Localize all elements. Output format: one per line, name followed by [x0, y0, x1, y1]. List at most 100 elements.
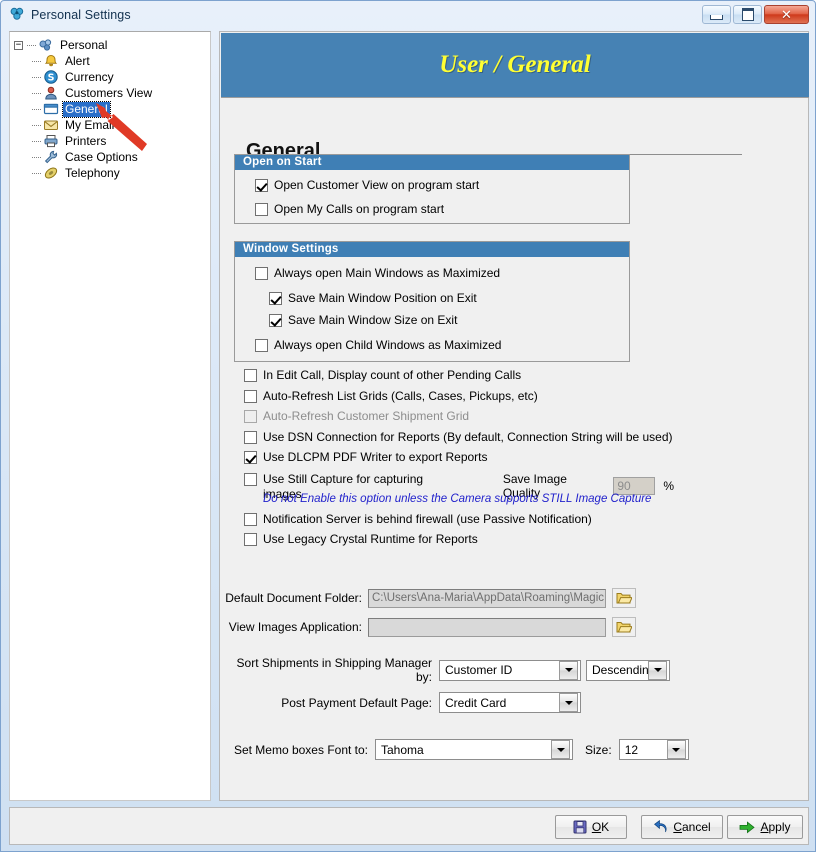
checkbox-indicator[interactable]: [244, 369, 257, 382]
checkbox-indicator[interactable]: [269, 292, 282, 305]
sidebar-item-telephony[interactable]: Telephony: [10, 165, 210, 181]
checkbox-open-my-calls[interactable]: Open My Calls on program start: [235, 202, 629, 226]
sidebar-item-alert[interactable]: Alert: [10, 53, 210, 69]
ok-button[interactable]: OK: [555, 815, 627, 839]
apply-button[interactable]: Apply: [727, 815, 803, 839]
collapse-expander-icon[interactable]: −: [14, 40, 23, 50]
checkbox-indicator[interactable]: [255, 267, 268, 280]
checkbox-indicator[interactable]: [244, 472, 257, 486]
memo-font-size-select[interactable]: 12: [618, 739, 689, 760]
checkbox-label: Use DLCPM PDF Writer to export Reports: [263, 450, 488, 464]
browse-view-images-application-button[interactable]: [612, 617, 636, 637]
undo-arrow-icon: [654, 820, 667, 833]
cancel-button[interactable]: Cancel: [641, 815, 723, 839]
sidebar-item-label: Telephony: [65, 165, 120, 180]
chevron-down-icon[interactable]: [559, 660, 578, 680]
checkbox-pending-calls-count[interactable]: In Edit Call, Display count of other Pen…: [244, 368, 674, 389]
svg-text:S: S: [48, 73, 55, 84]
checkbox-save-main-size[interactable]: Save Main Window Size on Exit: [235, 313, 629, 338]
checkbox-label: Always open Main Windows as Maximized: [274, 266, 501, 280]
post-payment-select[interactable]: Credit Card: [439, 692, 581, 713]
checkbox-indicator[interactable]: [244, 389, 257, 403]
general-flags-list: In Edit Call, Display count of other Pen…: [244, 368, 674, 553]
checkbox-indicator[interactable]: [255, 339, 268, 352]
sidebar-item-customers-view[interactable]: Customers View: [10, 85, 210, 101]
chevron-down-icon[interactable]: [666, 740, 686, 759]
checkbox-indicator[interactable]: [244, 512, 257, 526]
checkbox-indicator[interactable]: [269, 314, 282, 327]
checkbox-indicator[interactable]: [244, 430, 257, 444]
save-image-quality-input[interactable]: 90: [613, 476, 656, 495]
general-settings-panel: User / General General Open on Start Ope…: [219, 31, 809, 801]
minimize-button[interactable]: [702, 5, 731, 24]
default-document-folder-label: Default Document Folder:: [225, 591, 362, 605]
tree-connector: [32, 124, 41, 126]
checkbox-legacy-crystal-runtime[interactable]: Use Legacy Crystal Runtime for Reports: [244, 532, 674, 553]
printers-icon: [43, 133, 59, 149]
checkbox-always-main-maximized[interactable]: Always open Main Windows as Maximized: [235, 266, 629, 291]
tree-connector: [32, 76, 41, 78]
checkbox-indicator[interactable]: [244, 410, 257, 423]
checkbox-notification-firewall[interactable]: Notification Server is behind firewall (…: [244, 512, 674, 533]
sidebar-item-printers[interactable]: Printers: [10, 133, 210, 149]
sidebar-item-my-email[interactable]: My Email: [10, 117, 210, 133]
tree-connector: [32, 140, 41, 142]
sidebar-item-general[interactable]: General: [10, 100, 210, 118]
browse-default-document-folder-button[interactable]: [612, 588, 636, 608]
tree-connector: [32, 60, 41, 62]
window-title: Personal Settings: [31, 8, 131, 22]
view-images-application-input[interactable]: [368, 617, 606, 637]
personal-group-icon: [38, 37, 54, 53]
customers-view-icon: [43, 85, 59, 101]
sort-shipments-label: Sort Shipments in Shipping Manager by:: [236, 656, 432, 684]
checkbox-use-dsn-connection[interactable]: Use DSN Connection for Reports (By defau…: [244, 430, 674, 451]
sidebar-item-case-options[interactable]: Case Options: [10, 149, 210, 165]
maximize-icon: [741, 8, 754, 21]
default-document-folder-input[interactable]: C:\Users\Ana-Maria\AppData\Roaming\Magic…: [368, 588, 606, 608]
still-capture-hint: Do not Enable this option unless the Cam…: [263, 492, 652, 505]
dialog-button-bar: OK Cancel Apply: [9, 807, 809, 845]
checkbox-indicator[interactable]: [244, 533, 257, 546]
checkbox-save-main-position[interactable]: Save Main Window Position on Exit: [235, 291, 629, 313]
close-icon: ✕: [781, 7, 792, 22]
memo-font-select[interactable]: Tahoma: [375, 739, 573, 760]
page-banner: User / General: [221, 33, 809, 98]
post-payment-value: Credit Card: [445, 695, 507, 710]
green-arrow-icon: [740, 820, 756, 833]
checkbox-label: Use DSN Connection for Reports (By defau…: [263, 429, 673, 444]
chevron-down-icon[interactable]: [648, 660, 667, 680]
checkbox-use-dlcpm-pdf-writer[interactable]: Use DLCPM PDF Writer to export Reports: [244, 450, 674, 471]
memo-font-size-value: 12: [624, 742, 639, 757]
chevron-down-icon[interactable]: [559, 693, 578, 712]
sidebar-item-label: My Email: [65, 117, 115, 132]
checkbox-label: Notification Server is behind firewall (…: [263, 511, 592, 526]
checkbox-autorefresh-list-grids[interactable]: Auto-Refresh List Grids (Calls, Cases, P…: [244, 389, 674, 410]
checkbox-indicator[interactable]: [255, 179, 268, 192]
window-settings-group: Window Settings Always open Main Windows…: [234, 241, 630, 362]
banner-title: User / General: [439, 51, 591, 78]
sort-shipments-direction-select[interactable]: Descending: [586, 659, 670, 681]
sidebar-item-currency[interactable]: S Currency: [10, 69, 210, 85]
personal-settings-window: Personal Settings ✕ − Personal Alert S C…: [0, 0, 816, 852]
checkbox-always-child-maximized[interactable]: Always open Child Windows as Maximized: [235, 338, 629, 360]
cancel-button-label: Cancel: [673, 820, 711, 834]
sidebar-item-label: Currency: [65, 69, 114, 84]
sort-shipments-field-select[interactable]: Customer ID: [439, 659, 581, 681]
view-images-application-row: View Images Application:: [222, 617, 782, 637]
checkbox-label: Open Customer View on program start: [274, 178, 480, 192]
checkbox-open-customer-view[interactable]: Open Customer View on program start: [235, 178, 629, 202]
checkbox-indicator[interactable]: [255, 203, 268, 216]
settings-tree[interactable]: − Personal Alert S Currency Customers Vi…: [9, 31, 211, 801]
general-window-icon: [43, 101, 59, 117]
checkbox-indicator[interactable]: [244, 451, 257, 464]
title-bar: Personal Settings ✕: [1, 1, 815, 29]
close-button[interactable]: ✕: [764, 5, 809, 24]
tree-root-personal[interactable]: − Personal: [10, 37, 210, 53]
open-folder-icon: [616, 622, 632, 633]
checkbox-autorefresh-shipment-grid[interactable]: Auto-Refresh Customer Shipment Grid: [244, 409, 674, 430]
ok-button-label: OK: [591, 820, 610, 834]
alert-icon: [43, 53, 59, 69]
paths-section: Default Document Folder: C:\Users\Ana-Ma…: [222, 588, 782, 646]
maximize-button[interactable]: [733, 5, 762, 24]
chevron-down-icon[interactable]: [551, 740, 570, 759]
